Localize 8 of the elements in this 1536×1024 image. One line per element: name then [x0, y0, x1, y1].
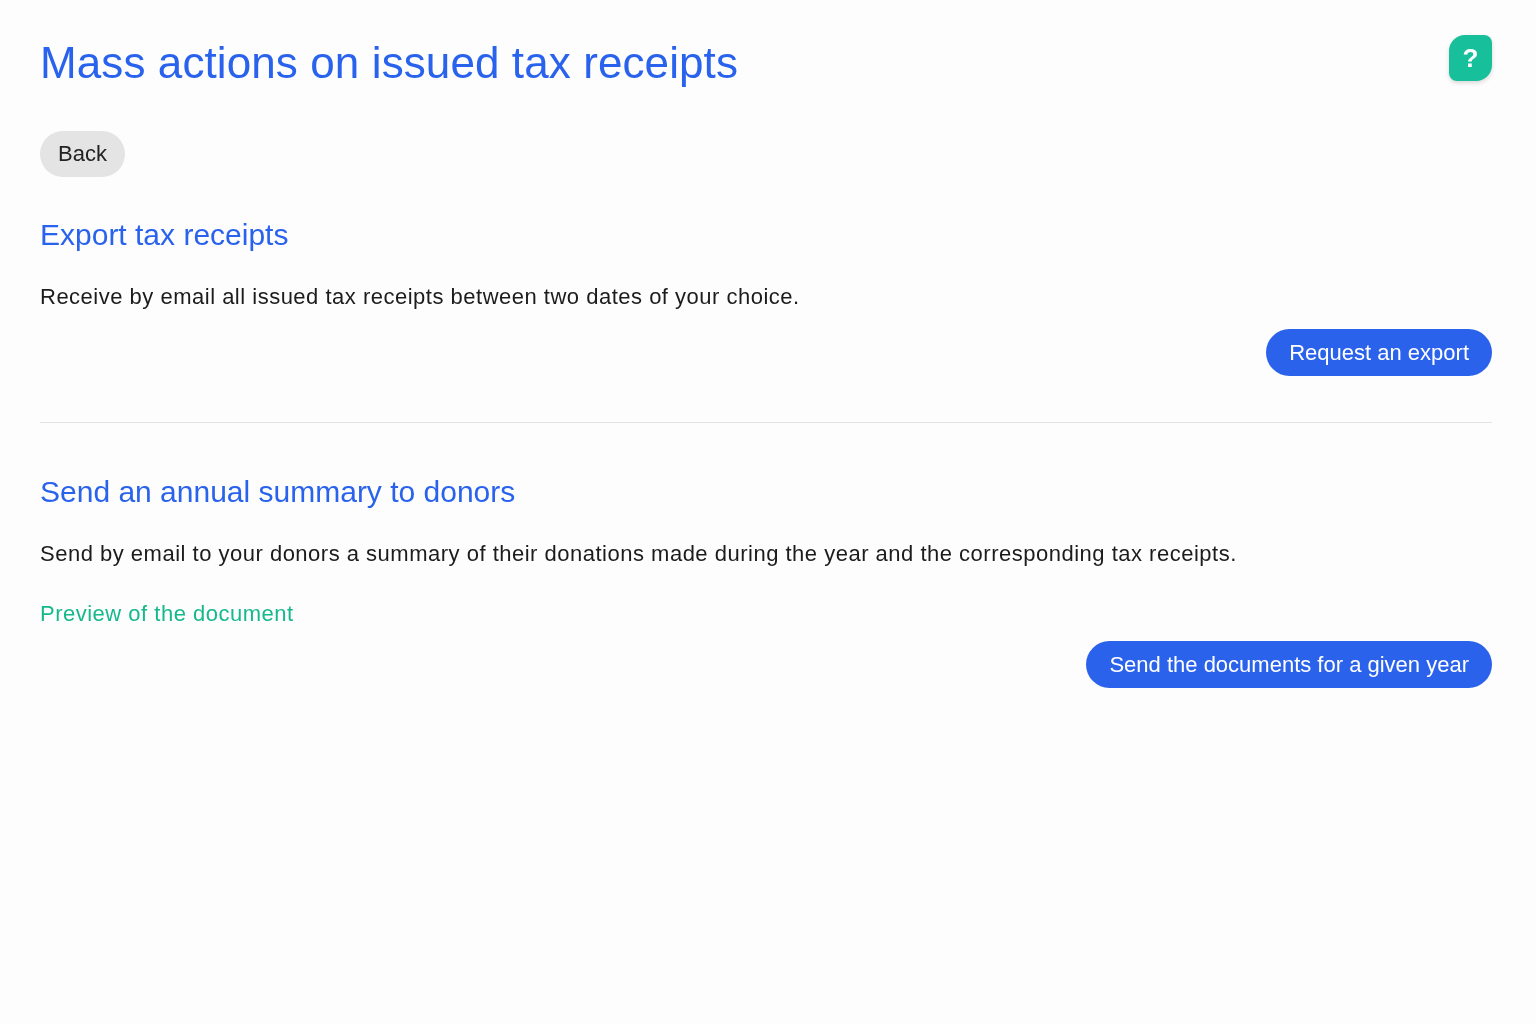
- section-heading: Send an annual summary to donors: [40, 474, 516, 510]
- page-title: Mass actions on issued tax receipts: [40, 37, 739, 89]
- action-button[interactable]: Request an export: [1266, 329, 1492, 376]
- section-description: Receive by email all issued tax receipts between two dates of your choice.: [40, 283, 800, 311]
- section-description: Send by email to your donors a summary of their donations made during the year and the corresponding tax receipts.: [40, 540, 1237, 568]
- section-heading: Export tax receipts: [40, 217, 289, 253]
- action-button[interactable]: Send the documents for a given year: [1086, 641, 1492, 688]
- back-button[interactable]: Back: [40, 131, 125, 177]
